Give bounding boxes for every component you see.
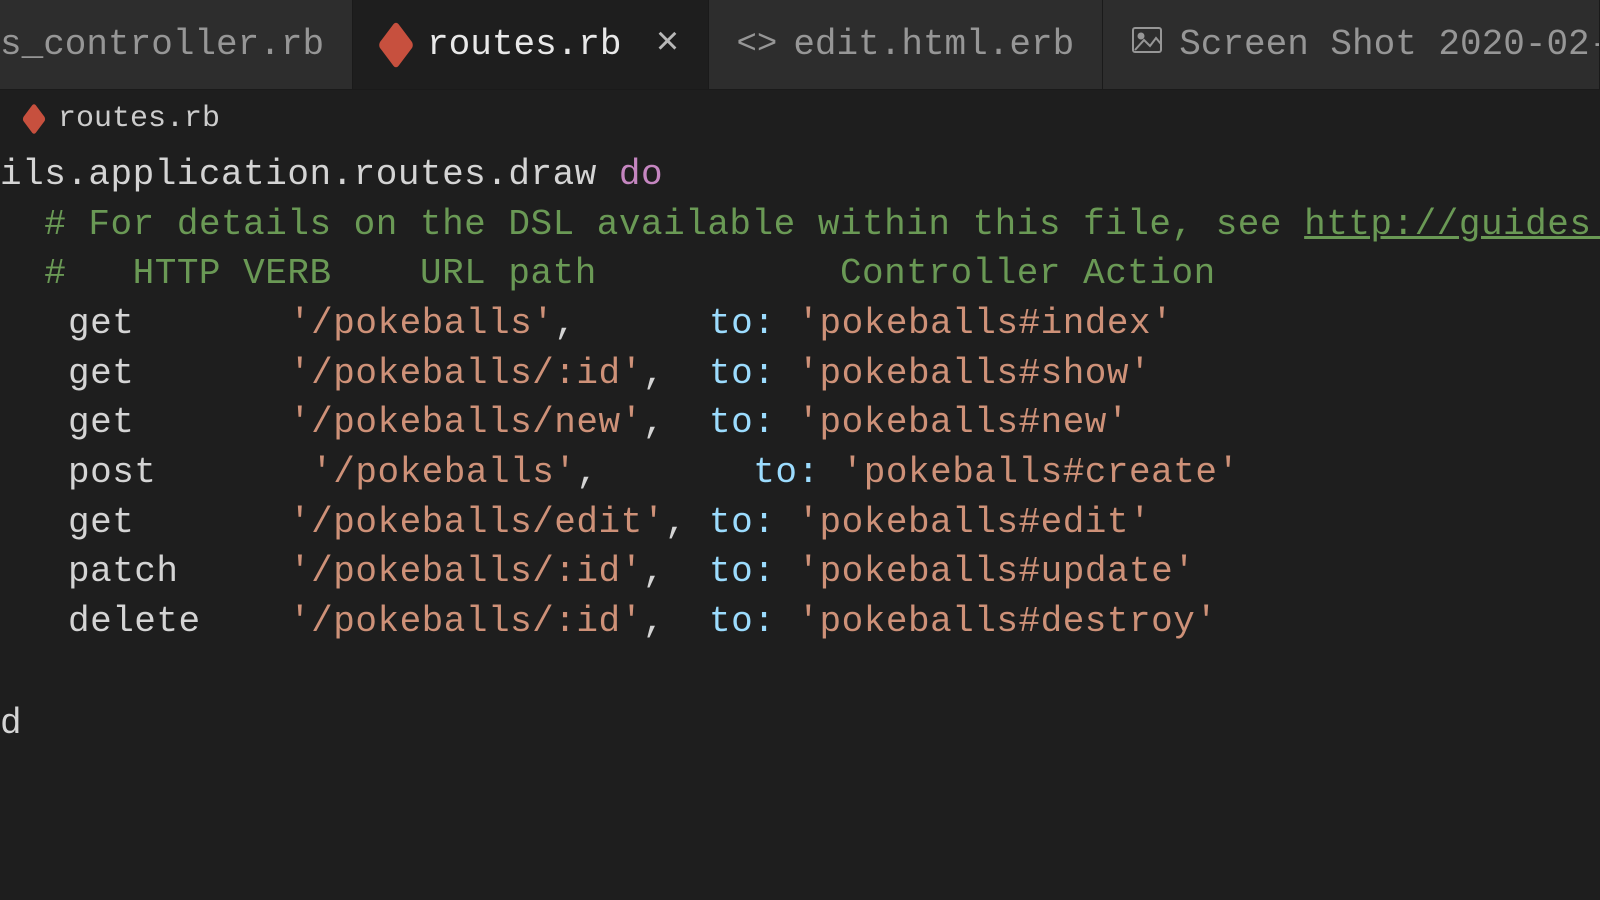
route-line: post '/pokeballs', to: 'pokeballs#create… <box>8 448 1600 498</box>
image-icon <box>1131 26 1163 64</box>
close-icon[interactable]: × <box>656 22 680 67</box>
tab-routes[interactable]: routes.rb × <box>353 0 708 89</box>
code-line-end: d <box>0 699 1600 749</box>
tab-label: Screen Shot 2020-02-04 <box>1179 24 1600 65</box>
code-line-comment: # HTTP VERB URL path Controller Action <box>0 249 1600 299</box>
tab-controller[interactable]: s_controller.rb <box>0 0 353 89</box>
route-line: patch '/pokeballs/:id', to: 'pokeballs#u… <box>8 547 1600 597</box>
route-line: get '/pokeballs/:id', to: 'pokeballs#sho… <box>8 349 1600 399</box>
route-line: delete '/pokeballs/:id', to: 'pokeballs#… <box>8 597 1600 647</box>
code-line-comment: # For details on the DSL available withi… <box>0 200 1600 250</box>
tab-edit-erb[interactable]: <> edit.html.erb <box>709 0 1104 89</box>
breadcrumb[interactable]: routes.rb <box>0 90 1600 144</box>
blank-line <box>0 647 1600 699</box>
ruby-icon <box>22 103 46 135</box>
ruby-icon <box>378 20 414 68</box>
tab-label: edit.html.erb <box>793 24 1074 65</box>
tab-label: routes.rb <box>427 24 621 65</box>
route-line: get '/pokeballs/new', to: 'pokeballs#new… <box>8 398 1600 448</box>
route-line: get '/pokeballs/edit', to: 'pokeballs#ed… <box>8 498 1600 548</box>
routes-block: get '/pokeballs', to: 'pokeballs#index'g… <box>0 299 1600 647</box>
tab-screenshot[interactable]: Screen Shot 2020-02-04 <box>1103 0 1600 89</box>
tab-label: s_controller.rb <box>0 24 324 65</box>
code-icon: <> <box>737 26 778 64</box>
tab-bar: s_controller.rb routes.rb × <> edit.html… <box>0 0 1600 90</box>
code-editor[interactable]: ils.application.routes.draw do # For det… <box>0 144 1600 748</box>
route-line: get '/pokeballs', to: 'pokeballs#index' <box>8 299 1600 349</box>
breadcrumb-filename: routes.rb <box>58 102 220 136</box>
code-line: ils.application.routes.draw do <box>0 150 1600 200</box>
